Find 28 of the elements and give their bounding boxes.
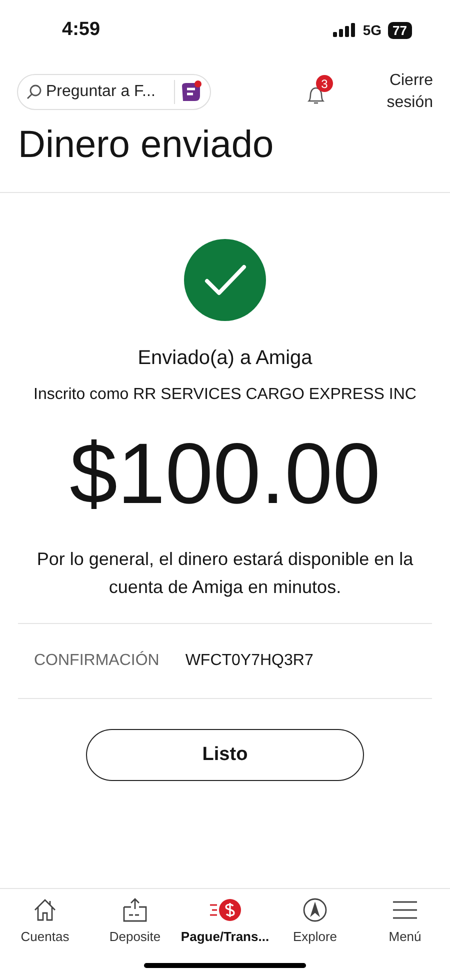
nav-tab[interactable]: Deposite bbox=[92, 897, 178, 946]
logout-button[interactable]: Cierre sesión bbox=[373, 70, 433, 114]
success-check-icon bbox=[184, 239, 266, 321]
battery-indicator: 77 bbox=[388, 22, 412, 38]
status-time: 4:59 bbox=[62, 18, 100, 42]
nav-tab[interactable]: Menú bbox=[362, 897, 448, 946]
recipient-text: Enviado(a) a Amiga bbox=[138, 346, 312, 371]
confirmation-label: CONFIRMACIÓN bbox=[34, 650, 160, 671]
search-icon bbox=[26, 84, 42, 100]
confirmation-number: WFCT0Y7HQ3R7 bbox=[185, 651, 314, 671]
network-label: 5G bbox=[362, 20, 382, 40]
amount-text: $100.00 bbox=[70, 425, 380, 524]
deposit-icon bbox=[121, 897, 149, 923]
assistant-logo-icon bbox=[179, 80, 203, 104]
search-bar[interactable]: Preguntar a F... bbox=[17, 74, 211, 110]
availability-message: Por lo general, el dinero estará disponible en la cuenta de Amiga en minutos. bbox=[36, 548, 414, 599]
signal-icon bbox=[332, 23, 357, 37]
enrolled-name-text: Inscrito como RR SERVICES CARGO EXPRESS INC bbox=[34, 385, 416, 405]
search-field[interactable]: Preguntar a F... bbox=[46, 80, 170, 104]
dollar-icon bbox=[208, 897, 242, 923]
nav-tab[interactable]: Cuentas bbox=[2, 897, 88, 946]
notification-badge: 3 bbox=[316, 75, 333, 92]
compass-icon bbox=[302, 897, 328, 923]
done-button[interactable]: Listo bbox=[86, 729, 364, 781]
page-title: Dinero enviado bbox=[0, 122, 450, 193]
nav-tab[interactable]: Pague/Trans... bbox=[182, 897, 268, 946]
home-icon bbox=[32, 897, 58, 923]
nav-tab[interactable]: Explore bbox=[272, 897, 358, 946]
